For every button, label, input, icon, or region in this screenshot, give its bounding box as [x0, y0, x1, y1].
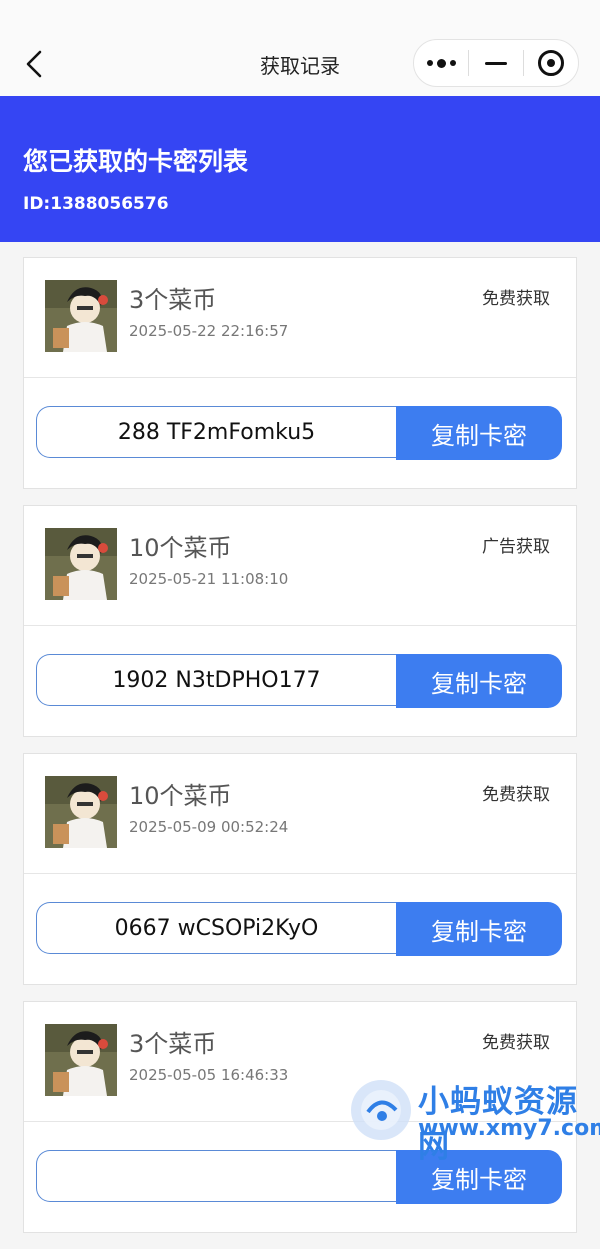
avatar-image — [45, 1024, 117, 1096]
close-button[interactable] — [524, 40, 578, 86]
navigation-bar: 获取记录 — [0, 0, 600, 96]
minimize-button[interactable] — [469, 40, 523, 86]
card-body: 1902 N3tDPHO177 复制卡密 — [24, 626, 576, 738]
copy-code-button[interactable]: 复制卡密 — [396, 406, 562, 460]
card-header: 3个菜币 2025-05-22 22:16:57 免费获取 — [24, 258, 576, 378]
copy-code-button[interactable]: 复制卡密 — [396, 654, 562, 708]
watermark: 小蚂蚁资源网 www.xmy7.com — [346, 1068, 600, 1165]
watermark-url: www.xmy7.com — [418, 1116, 600, 1141]
coin-amount: 3个菜币 — [129, 1030, 217, 1058]
more-dots-icon — [426, 58, 456, 68]
card-header: 10个菜币 2025-05-09 00:52:24 免费获取 — [24, 754, 576, 874]
avatar-image — [45, 776, 117, 848]
avatar-image — [45, 280, 117, 352]
list-item: 3个菜币 2025-05-22 22:16:57 免费获取 288 TF2mFo… — [23, 257, 577, 489]
minimize-icon — [485, 61, 507, 65]
coin-amount: 10个菜币 — [129, 782, 232, 810]
card-code-field[interactable]: 1902 N3tDPHO177 — [36, 654, 396, 706]
target-close-icon — [538, 50, 564, 76]
user-id: ID:1388056576 — [23, 194, 169, 214]
list-item: 10个菜币 2025-05-09 00:52:24 免费获取 0667 wCSO… — [23, 753, 577, 985]
avatar — [45, 1024, 117, 1096]
timestamp: 2025-05-21 11:08:10 — [129, 570, 289, 588]
card-code-field[interactable]: 288 TF2mFomku5 — [36, 406, 396, 458]
card-body: 0667 wCSOPi2KyO 复制卡密 — [24, 874, 576, 986]
card-code-field[interactable] — [36, 1150, 396, 1202]
banner-title: 您已获取的卡密列表 — [23, 147, 249, 176]
more-button[interactable] — [414, 40, 468, 86]
card-header: 10个菜币 2025-05-21 11:08:10 广告获取 — [24, 506, 576, 626]
timestamp: 2025-05-09 00:52:24 — [129, 818, 289, 836]
avatar-image — [45, 528, 117, 600]
list-item: 10个菜币 2025-05-21 11:08:10 广告获取 1902 N3tD… — [23, 505, 577, 737]
coin-amount: 3个菜币 — [129, 286, 217, 314]
mini-program-capsule — [413, 39, 579, 87]
source-label: 广告获取 — [482, 537, 550, 557]
coin-amount: 10个菜币 — [129, 534, 232, 562]
header-banner: 您已获取的卡密列表 ID:1388056576 — [0, 96, 600, 242]
card-code-field[interactable]: 0667 wCSOPi2KyO — [36, 902, 396, 954]
ant-logo-icon — [351, 1080, 411, 1140]
timestamp: 2025-05-05 16:46:33 — [129, 1066, 289, 1084]
card-body: 288 TF2mFomku5 复制卡密 — [24, 378, 576, 490]
timestamp: 2025-05-22 22:16:57 — [129, 322, 289, 340]
avatar — [45, 776, 117, 848]
avatar — [45, 528, 117, 600]
avatar — [45, 280, 117, 352]
copy-code-button[interactable]: 复制卡密 — [396, 902, 562, 956]
source-label: 免费获取 — [482, 289, 550, 309]
source-label: 免费获取 — [482, 785, 550, 805]
source-label: 免费获取 — [482, 1033, 550, 1053]
